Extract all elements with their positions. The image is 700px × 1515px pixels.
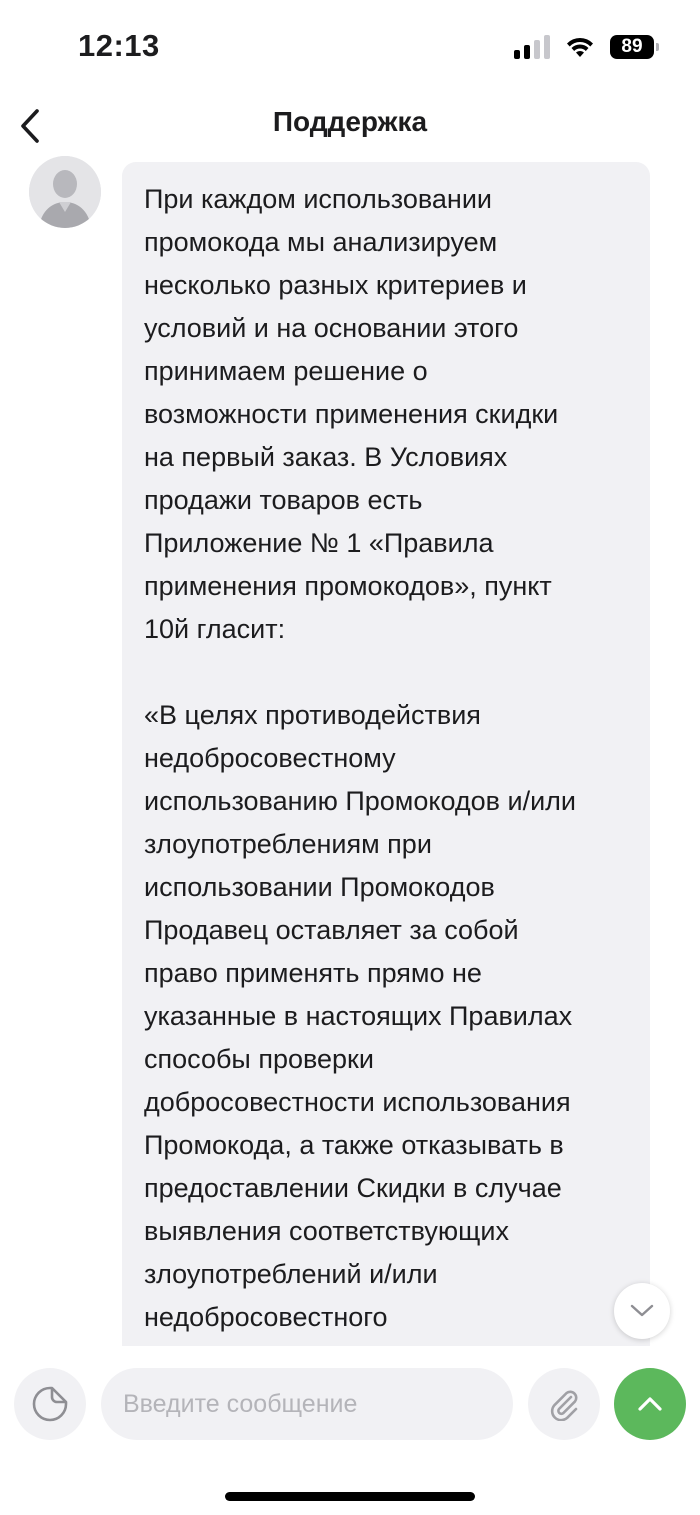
message-input[interactable] — [101, 1368, 513, 1440]
home-indicator — [225, 1492, 475, 1501]
page-title: Поддержка — [272, 106, 428, 137]
battery-icon: 89 — [610, 35, 659, 59]
status-bar: 12:13 89 — [0, 0, 700, 96]
cellular-signal-icon — [514, 35, 550, 59]
person-silhouette-icon — [29, 156, 101, 228]
status-time: 12:13 — [78, 28, 160, 63]
paperclip-icon — [550, 1390, 578, 1421]
send-button[interactable] — [614, 1368, 686, 1440]
chevron-down-icon — [630, 1304, 654, 1317]
avatar — [29, 156, 101, 228]
arrow-up-icon — [638, 1397, 662, 1411]
wifi-icon — [567, 37, 593, 57]
attach-button[interactable] — [528, 1368, 600, 1440]
sticker-icon — [32, 1386, 68, 1422]
message-bubble: При каждом использовании промокода мы ан… — [122, 162, 650, 1346]
chat-area[interactable]: При каждом использовании промокода мы ан… — [0, 156, 700, 1346]
nav-bar: Поддержка — [0, 96, 700, 156]
battery-level: 89 — [621, 36, 643, 57]
scroll-down-button[interactable] — [614, 1283, 670, 1339]
status-icons: 89 — [514, 33, 659, 61]
message-text: При каждом использовании промокода мы ан… — [144, 184, 577, 1332]
message-composer — [0, 1346, 700, 1456]
sticker-button[interactable] — [14, 1368, 86, 1440]
